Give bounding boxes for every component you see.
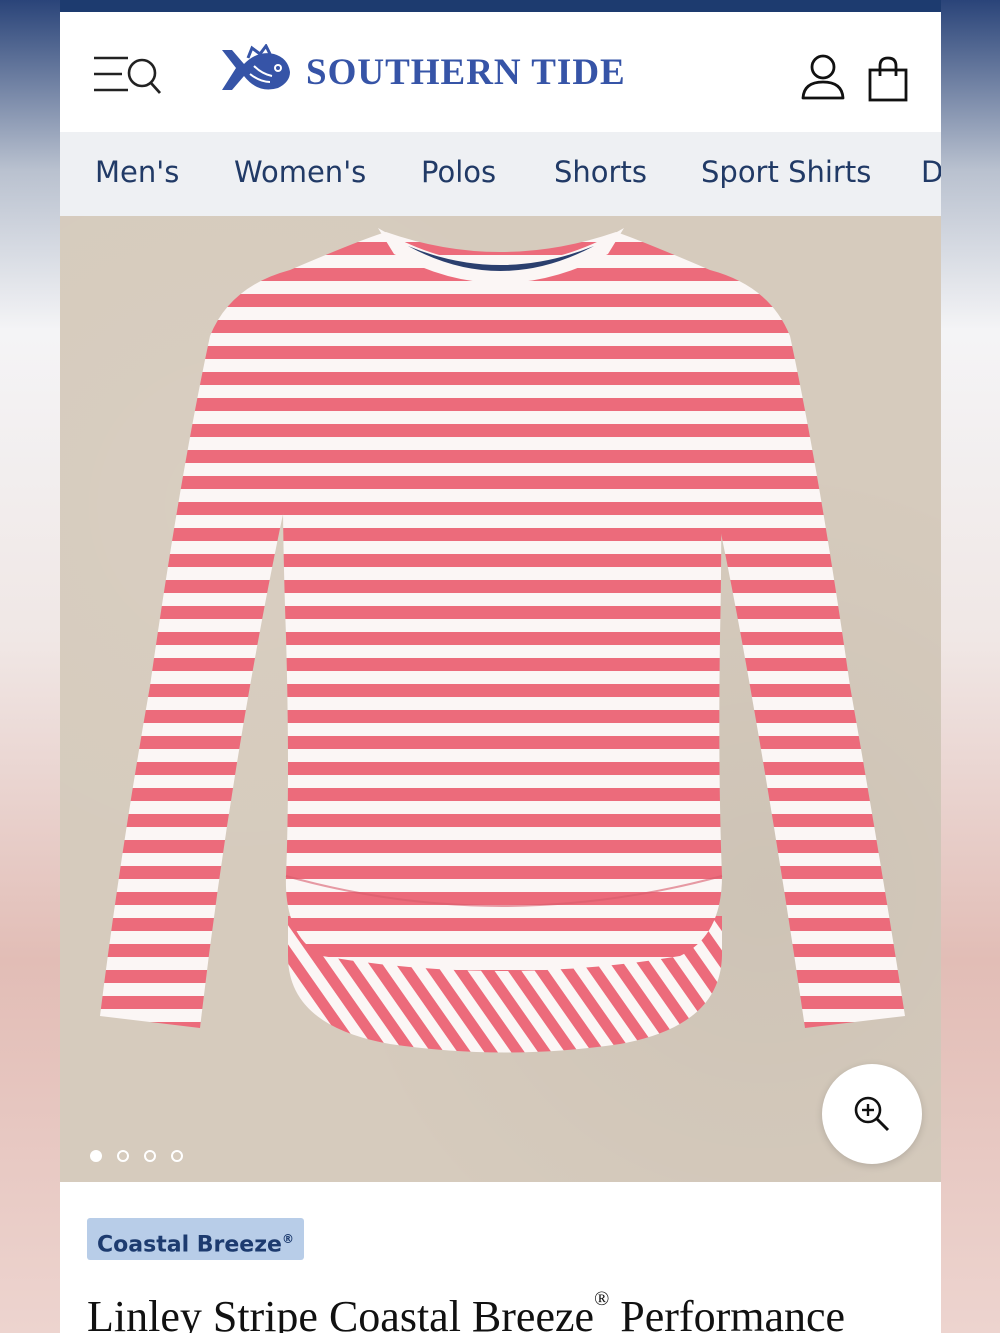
- shopping-bag-icon: [868, 56, 908, 102]
- product-image-gallery[interactable]: [60, 216, 941, 1182]
- menu-search-icon: [94, 56, 162, 94]
- nav-item-polos[interactable]: Polos: [421, 132, 496, 216]
- zoom-in-icon: [854, 1096, 890, 1132]
- zoom-button[interactable]: [822, 1064, 922, 1164]
- gallery-pagination: [90, 1150, 183, 1166]
- category-nav: Men's Women's Polos Shorts Sport Shirts …: [60, 132, 941, 216]
- nav-item-shorts[interactable]: Shorts: [554, 132, 647, 216]
- brand-name: SOUTHERN TIDE: [306, 51, 626, 93]
- nav-item-mens[interactable]: Men's: [95, 132, 179, 216]
- nav-item-more[interactable]: D: [921, 132, 941, 216]
- collection-badge[interactable]: Coastal Breeze®: [87, 1218, 304, 1260]
- shopping-bag-button[interactable]: [866, 54, 910, 104]
- background-left: [0, 0, 60, 1333]
- nav-item-womens[interactable]: Women's: [234, 132, 366, 216]
- user-icon: [801, 54, 845, 100]
- menu-search-button[interactable]: [92, 52, 164, 98]
- background-right: [941, 0, 1000, 1333]
- product-title: Linley Stripe Coastal Breeze® Performanc…: [87, 1288, 846, 1333]
- product-image: [100, 228, 905, 1053]
- gallery-dot-2[interactable]: [117, 1150, 129, 1162]
- gallery-dot-3[interactable]: [144, 1150, 156, 1162]
- brand-logo[interactable]: SOUTHERN TIDE: [218, 42, 626, 102]
- gallery-dot-1[interactable]: [90, 1150, 102, 1162]
- top-accent-bar: [60, 0, 941, 12]
- mobile-page: SOUTHERN TIDE Men's Women's Polos Shorts…: [60, 0, 941, 1333]
- site-header: SOUTHERN TIDE: [60, 12, 941, 132]
- skipjack-fish-icon: [222, 44, 290, 90]
- account-button[interactable]: [800, 52, 846, 104]
- nav-item-sport-shirts[interactable]: Sport Shirts: [701, 132, 871, 216]
- gallery-dot-4[interactable]: [171, 1150, 183, 1162]
